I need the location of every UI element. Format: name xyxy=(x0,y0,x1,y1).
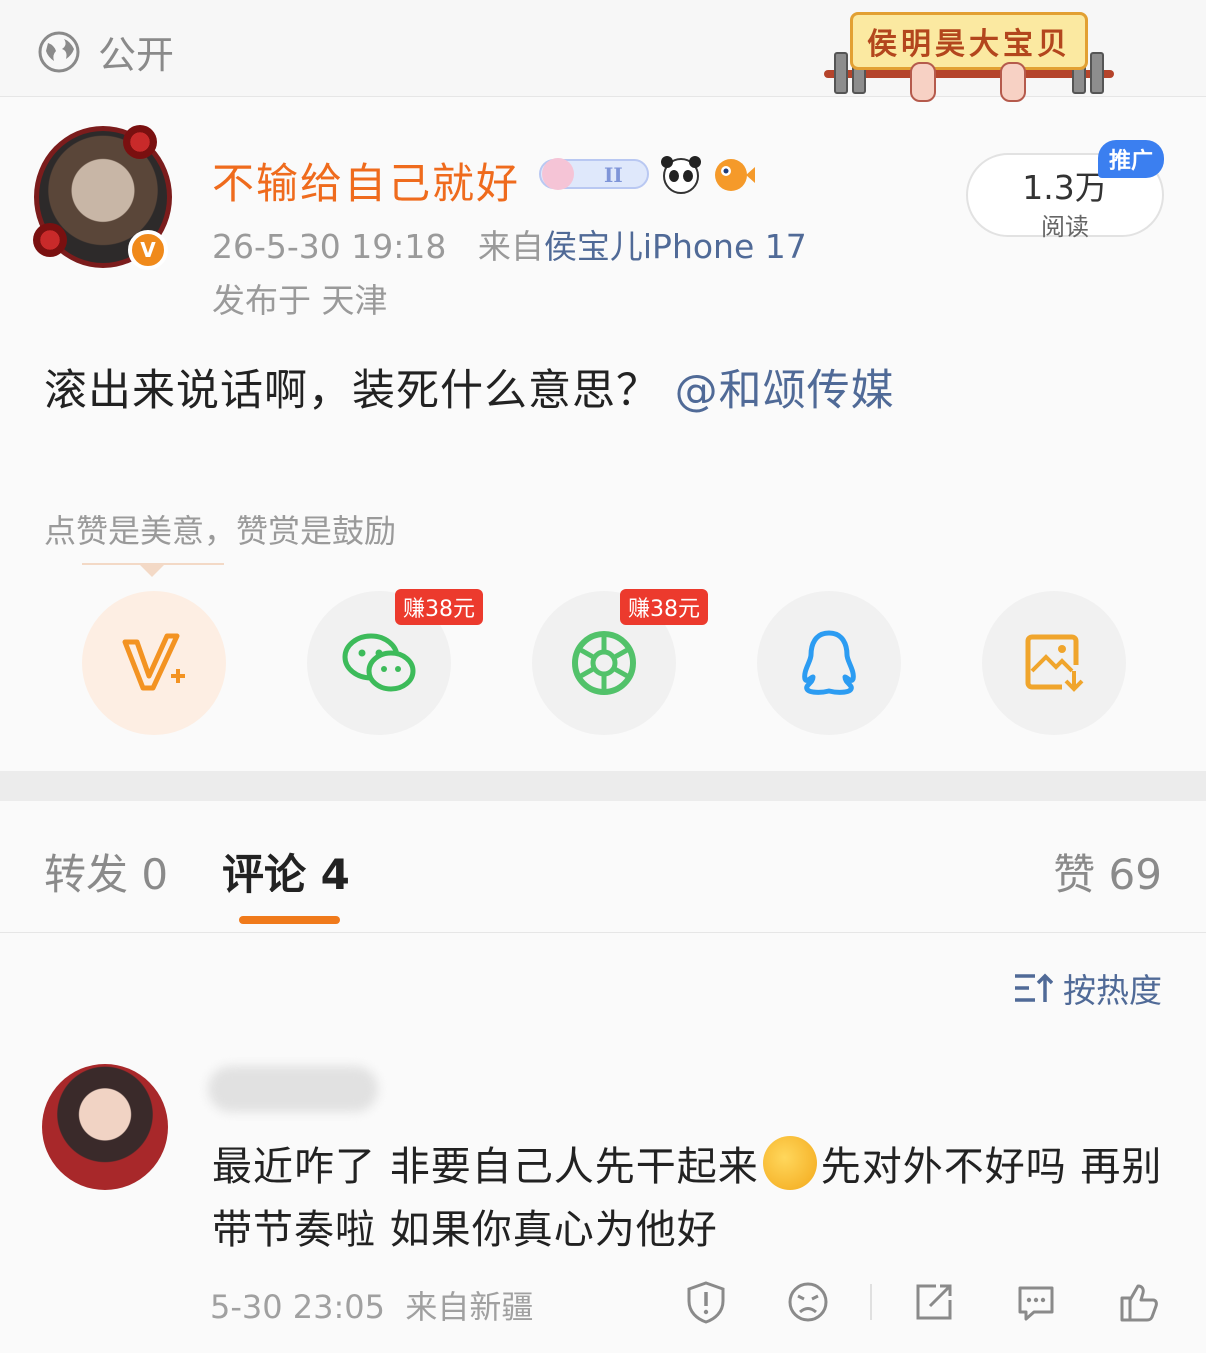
actions-divider xyxy=(870,1284,872,1320)
share-wechat-button[interactable]: 赚38元 xyxy=(307,589,483,735)
share-moments-button[interactable]: 赚38元 xyxy=(532,589,708,735)
comment-text-part1: 最近咋了 非要自己人先干起来 xyxy=(212,1144,759,1190)
share-qq-button[interactable] xyxy=(757,591,901,735)
read-label: 阅读 xyxy=(1041,213,1089,241)
verified-v-icon: V xyxy=(128,230,168,270)
barbell-plate xyxy=(834,52,848,94)
save-image-button[interactable] xyxy=(982,591,1126,735)
rose-decoration xyxy=(123,125,157,159)
promote-badge[interactable]: 推广 xyxy=(1098,140,1164,178)
source-device-link[interactable]: 侯宝儿iPhone 17 xyxy=(544,227,807,266)
commenter-name-blurred[interactable] xyxy=(208,1066,378,1112)
post-content: 滚出来说话啊，装死什么意思？ @和颂传媒 xyxy=(44,356,895,418)
thinking-face-emoji xyxy=(762,1136,817,1190)
fan-badge-banner[interactable]: 侯明昊大宝贝 xyxy=(824,6,1114,102)
wechat-icon xyxy=(342,633,416,692)
post-timestamp: 26-5-30 19:18 xyxy=(212,227,447,266)
qq-penguin-icon xyxy=(802,630,856,695)
interaction-tabs: 转发 0 评论 4 赞 69 xyxy=(0,801,1206,933)
comment-actions xyxy=(680,1280,1160,1328)
post-meta: 26-5-30 19:18 来自侯宝儿iPhone 17 xyxy=(212,220,807,268)
share-row: 赚38元 赚38元 xyxy=(82,589,1126,735)
globe-icon xyxy=(38,31,80,72)
comment-time: 5-30 23:05 xyxy=(210,1288,386,1326)
visibility-label: 公开 xyxy=(98,33,175,77)
hand-icon xyxy=(910,62,936,102)
post-text: 滚出来说话啊，装死什么意思？ xyxy=(44,366,660,416)
fan-badge-text: 侯明昊大宝贝 xyxy=(850,12,1088,70)
active-tab-indicator xyxy=(239,916,340,924)
report-icon[interactable] xyxy=(684,1280,728,1324)
barbell-plate xyxy=(1090,52,1104,94)
rose-decoration xyxy=(33,223,67,257)
share-icon[interactable] xyxy=(912,1280,956,1324)
section-separator xyxy=(0,771,1206,801)
tab-repost[interactable]: 转发 0 xyxy=(44,841,168,902)
commenter-avatar[interactable] xyxy=(42,1064,168,1190)
sort-button[interactable]: 按热度 xyxy=(1013,964,1162,1012)
puffer-fish-icon xyxy=(715,159,755,191)
top-bar: 公开 侯明昊大宝贝 xyxy=(0,0,1206,102)
sort-icon xyxy=(1015,973,1053,1002)
post-location: 发布于 天津 xyxy=(212,281,388,320)
author-username[interactable]: 不输给自己就好 xyxy=(212,150,520,211)
tab-likes[interactable]: 赞 69 xyxy=(1053,841,1162,902)
member-badge-icon: II xyxy=(539,158,649,190)
hand-icon xyxy=(1000,62,1026,102)
dislike-face-icon[interactable] xyxy=(786,1280,830,1324)
reward-hint: 点赞是美意，赞赏是鼓励 xyxy=(44,512,397,550)
like-icon[interactable] xyxy=(1116,1280,1160,1324)
hint-caret xyxy=(140,565,164,577)
tab-comments[interactable]: 评论 4 xyxy=(222,841,350,902)
moments-aperture-icon xyxy=(572,631,636,695)
comment-text: 最近咋了 非要自己人先干起来 先对外不好吗 再别带节奏啦 如果你真心为他好 xyxy=(212,1136,1172,1262)
reply-icon[interactable] xyxy=(1014,1280,1058,1324)
reward-button[interactable] xyxy=(82,591,226,735)
barbell-bar xyxy=(824,70,1114,78)
mention-link[interactable]: @和颂传媒 xyxy=(675,366,895,416)
visibility-indicator[interactable]: 公开 xyxy=(38,24,174,79)
earn-badge: 赚38元 xyxy=(620,589,708,625)
sort-label: 按热度 xyxy=(1063,971,1162,1010)
v-plus-reward-icon xyxy=(122,633,185,691)
panda-icon xyxy=(661,156,701,194)
earn-badge: 赚38元 xyxy=(395,589,483,625)
comment-source: 来自新疆 xyxy=(405,1288,534,1326)
save-image-icon xyxy=(1025,634,1084,692)
comment-meta: 5-30 23:05 来自新疆 xyxy=(210,1282,533,1328)
source-prefix: 来自 xyxy=(477,227,544,266)
svg-text:II: II xyxy=(604,163,623,187)
